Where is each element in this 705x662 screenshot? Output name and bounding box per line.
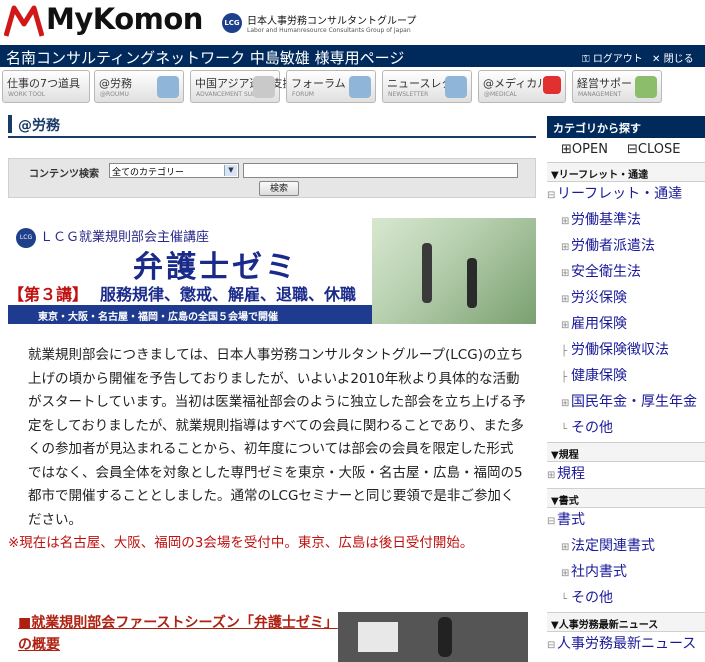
brand-name[interactable]: MyKomon	[46, 2, 203, 36]
management-icon	[635, 76, 657, 98]
notice-text: ※現在は名古屋、大阪、福岡の3会場を受付中。東京、広島は後日受付開始。	[8, 535, 474, 551]
plus-box-icon: ⊞	[547, 470, 556, 481]
tree-branch-icon: ├	[561, 346, 568, 357]
minus-box-icon: ⊟	[627, 142, 638, 157]
close-link[interactable]: ✕ 閉じる	[652, 50, 694, 65]
banner-lecture-no: 【第３講】	[8, 285, 89, 304]
search-input[interactable]	[243, 163, 518, 178]
logout-link[interactable]: ⚿ ログアウト	[582, 50, 643, 65]
plus-box-icon: ⊞	[561, 142, 572, 157]
search-button[interactable]: 検索	[259, 181, 299, 196]
plus-box-icon: ⊞	[561, 216, 570, 227]
seminar-photo	[338, 612, 528, 662]
nav-forum[interactable]: フォーラム FORUM	[286, 70, 376, 103]
group-name: 日本人事労務コンサルタントグループ	[247, 16, 417, 27]
plus-box-icon: ⊞	[561, 568, 570, 579]
nav-management[interactable]: 経営サポート MANAGEMENT	[572, 70, 662, 103]
category-news[interactable]: ▼人事労務最新ニュース	[547, 612, 705, 632]
minus-box-icon: ⊟	[547, 640, 556, 651]
main-nav: 仕事の7つ道具 WORK TOOL @労務 @ROUMU 中国アジア進出支援 A…	[0, 70, 705, 104]
lcg-logo: LCG	[222, 13, 242, 33]
intro-paragraph: 就業規則部会につきましては、日本人事労務コンサルタントグループ(LCG)の立ち上…	[28, 347, 526, 528]
nav-medical[interactable]: @メディカル @MEDICAL	[478, 70, 566, 103]
page-owner-title: 名南コンサルティングネットワーク 中島敏雄 様専用ページ	[6, 49, 405, 67]
tree-item[interactable]: ⊞ 法定関連書式	[547, 534, 705, 560]
nav-work-tool[interactable]: 仕事の7つ道具 WORK TOOL	[2, 70, 90, 103]
key-icon: ⚿	[582, 54, 590, 65]
user-bar: 名南コンサルティングネットワーク 中島敏雄 様専用ページ ⚿ ログアウト ✕ 閉…	[0, 45, 705, 67]
tree-item[interactable]: ⊞ 労災保険	[547, 286, 705, 312]
tree-end-icon: └	[561, 424, 568, 435]
category-leaflet[interactable]: ▼リーフレット・通達	[547, 162, 705, 182]
sidebar-header: カテゴリから探す	[547, 116, 705, 138]
plus-box-icon: ⊞	[561, 398, 570, 409]
group-subtitle: Labor and Humanresource Consultants Grou…	[247, 27, 411, 34]
tree-root-leaflet[interactable]: ⊟ リーフレット・通達	[547, 182, 705, 208]
plus-box-icon: ⊞	[561, 320, 570, 331]
tree-item[interactable]: ⊞ 安全衛生法	[547, 260, 705, 286]
intro-text: 就業規則部会につきましては、日本人事労務コンサルタントグループ(LCG)の立ち上…	[8, 344, 526, 556]
minus-box-icon: ⊟	[547, 190, 556, 201]
content-search: コンテンツ検索 全てのカテゴリー ▼ 検索	[8, 158, 536, 198]
banner-title: 弁護士ゼミ	[133, 250, 298, 285]
open-all-button[interactable]: ⊞OPEN	[561, 142, 608, 157]
roumu-icon	[157, 76, 179, 98]
tree-item[interactable]: ⊞ 労働基準法	[547, 208, 705, 234]
banner-lcg-logo: LCG	[16, 228, 36, 248]
seminar-banner[interactable]: LCG ＬＣＧ就業規則部会主催講座 弁護士ゼミ 【第３講】 服務規律、懲戒、解雇…	[8, 218, 536, 324]
mykomon-logo-icon	[4, 5, 44, 37]
open-close-controls: ⊞OPEN ⊟CLOSE	[547, 138, 705, 162]
banner-venues: 東京・大阪・名古屋・福岡・広島の全国５会場で開催	[8, 305, 372, 324]
category-rules[interactable]: ▼規程	[547, 442, 705, 462]
medical-cross-icon	[543, 76, 561, 94]
category-docs[interactable]: ▼書式	[547, 488, 705, 508]
close-all-button[interactable]: ⊟CLOSE	[627, 142, 680, 157]
search-label: コンテンツ検索	[29, 169, 99, 180]
newsletter-icon	[445, 76, 467, 98]
page-title: @労務	[18, 118, 60, 134]
china-asia-icon	[253, 76, 275, 98]
nav-advancement-support[interactable]: 中国アジア進出支援 ADVANCEMENT SUPPORT	[190, 70, 294, 103]
category-sidebar: カテゴリから探す ⊞OPEN ⊟CLOSE ▼リーフレット・通達 ⊟ リーフレット…	[547, 116, 705, 658]
tree-item[interactable]: └ その他	[547, 416, 705, 442]
plus-box-icon: ⊞	[561, 268, 570, 279]
tree-item[interactable]: ⊞ 社内書式	[547, 560, 705, 586]
tree-item[interactable]: ⊞ 国民年金・厚生年金	[547, 390, 705, 416]
tree-branch-icon: ├	[561, 372, 568, 383]
forum-icon	[349, 76, 371, 98]
tree-item[interactable]: └ その他	[547, 586, 705, 612]
close-icon: ✕	[652, 54, 661, 65]
tree-root-docs[interactable]: ⊟ 書式	[547, 508, 705, 534]
plus-box-icon: ⊞	[561, 294, 570, 305]
tree-item[interactable]: ⊞ 労働者派遣法	[547, 234, 705, 260]
plus-box-icon: ⊞	[561, 242, 570, 253]
page-heading: @労務	[8, 112, 536, 138]
category-select[interactable]: 全てのカテゴリー ▼	[109, 163, 239, 178]
tree-end-icon: └	[561, 594, 568, 605]
nav-newsletter[interactable]: ニュースレター NEWSLETTER	[382, 70, 472, 103]
banner-topic: 服務規律、懲戒、解雇、退職、休職	[100, 285, 357, 304]
minus-box-icon: ⊟	[547, 516, 556, 527]
site-header: MyKomon LCG 日本人事労務コンサルタントグループ Labor and …	[0, 0, 705, 44]
chevron-down-icon: ▼	[224, 165, 237, 176]
tree-item[interactable]: ⊞ 雇用保険	[547, 312, 705, 338]
tree-item[interactable]: ├ 健康保険	[547, 364, 705, 390]
banner-photo	[372, 218, 536, 324]
tree-root-rules[interactable]: ⊞ 規程	[547, 462, 705, 488]
plus-box-icon: ⊞	[561, 542, 570, 553]
nav-roumu[interactable]: @労務 @ROUMU	[94, 70, 184, 103]
overview-link[interactable]: ■就業規則部会ファーストシーズン「弁護士ゼミ」の概要	[18, 612, 338, 656]
tree-root-news[interactable]: ⊟ 人事労務最新ニュース	[547, 632, 705, 658]
tree-item[interactable]: ├ 労働保険徴収法	[547, 338, 705, 364]
